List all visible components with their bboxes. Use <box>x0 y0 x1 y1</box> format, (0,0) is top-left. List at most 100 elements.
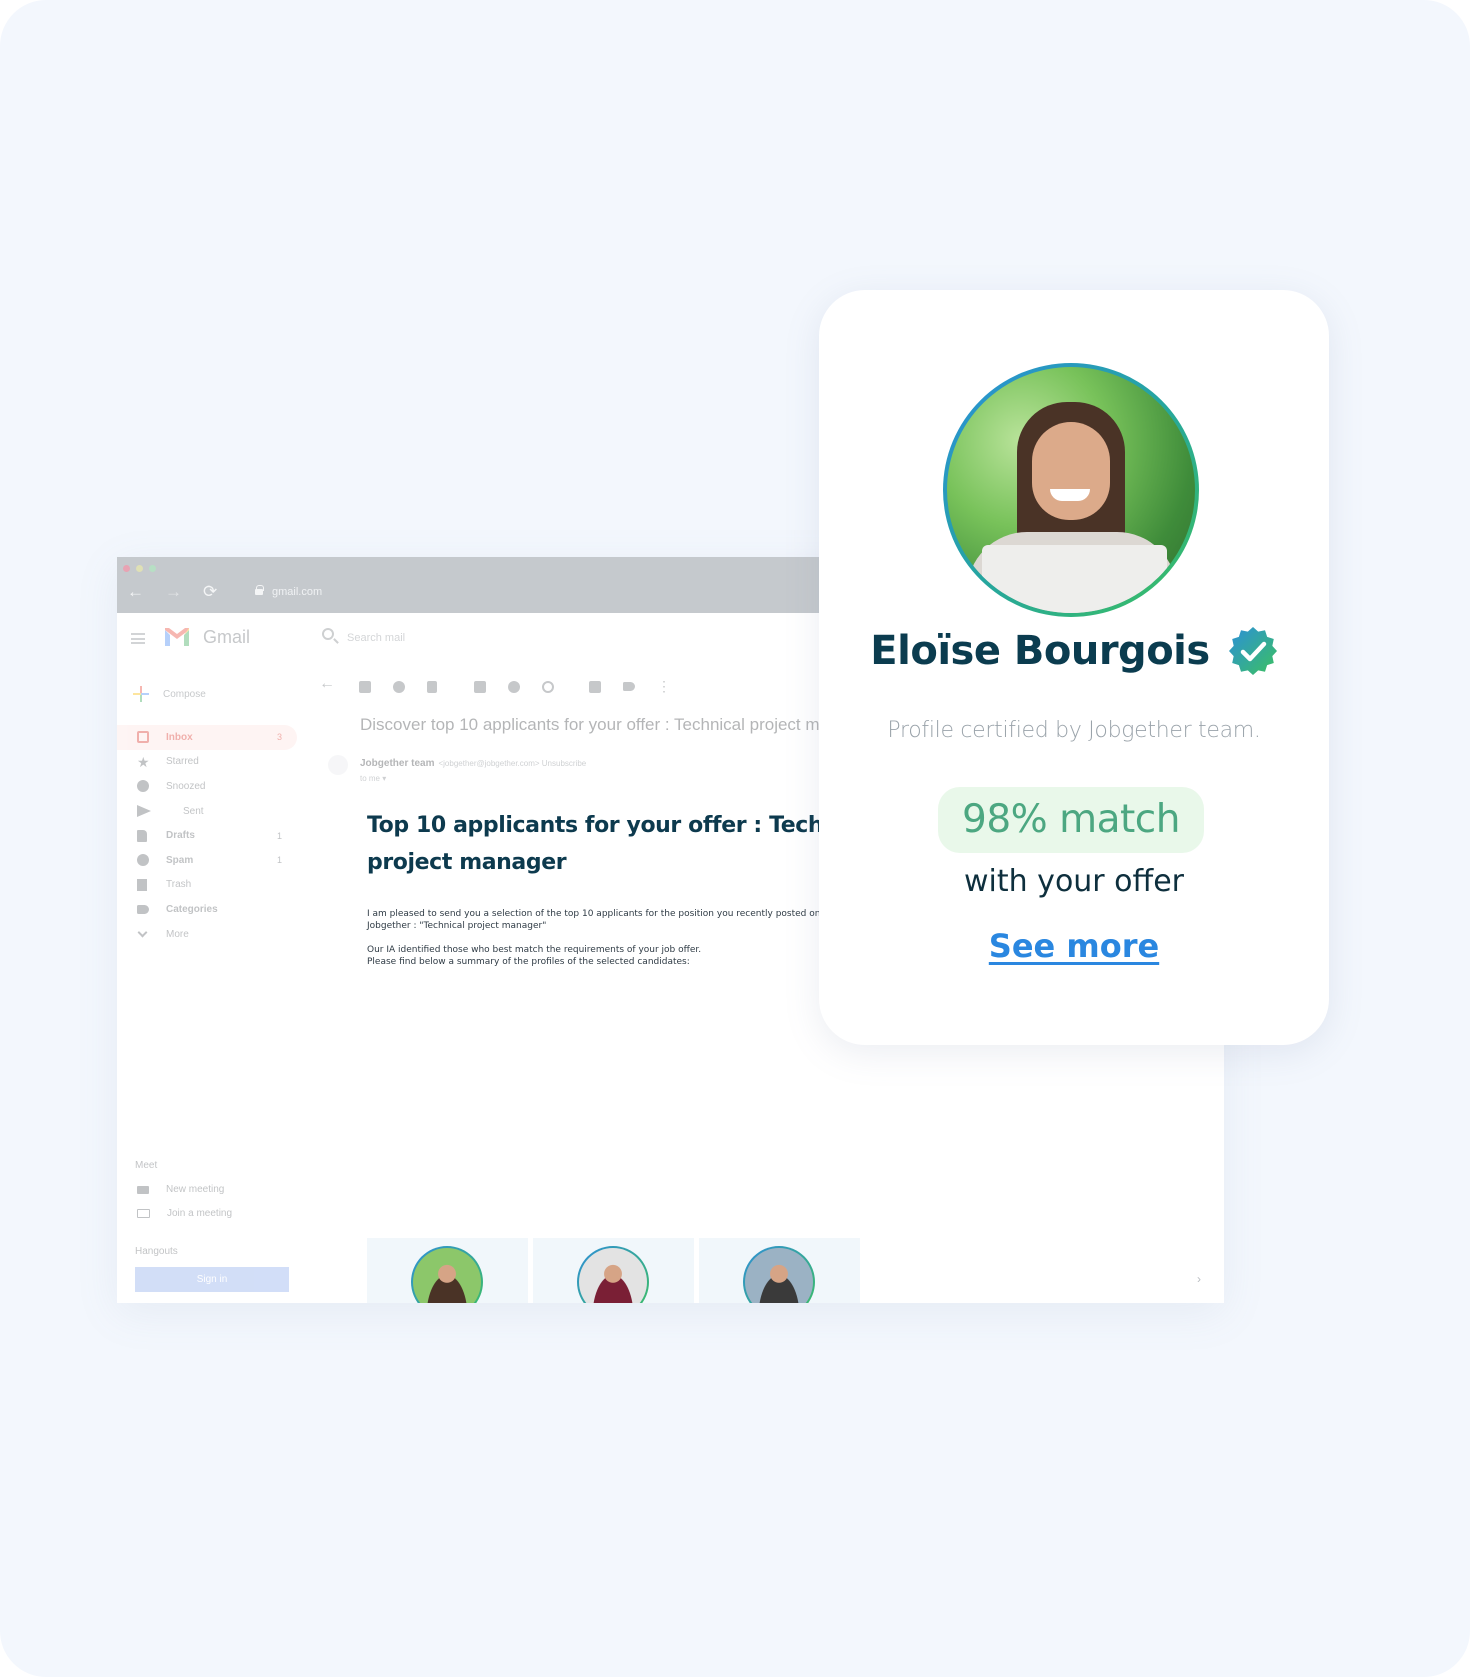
candidate-avatar <box>577 1246 649 1303</box>
paragraph-line: Our IA identified those who best match t… <box>367 945 702 955</box>
keyboard-icon <box>137 1209 150 1218</box>
clock-icon <box>137 780 149 793</box>
sidebar-item-label: More <box>166 928 189 940</box>
sidebar-item-inbox[interactable]: Inbox 3 <box>117 725 297 750</box>
sender-name: Jobgether team <box>360 758 435 769</box>
gmail-sidebar: Compose Inbox 3 ★ Starred Snoozed Sent D… <box>117 667 317 1303</box>
candidate-card: Alexis RodríguezProfile certified by Job… <box>699 1238 860 1303</box>
sidebar-item-trash[interactable]: Trash <box>117 873 317 898</box>
star-icon: ★ <box>137 753 150 770</box>
report-spam-icon[interactable] <box>393 681 405 693</box>
draft-icon <box>137 829 147 842</box>
mark-unread-icon[interactable] <box>474 681 486 693</box>
window-controls <box>123 565 156 572</box>
sidebar-item-label: Drafts <box>166 830 195 842</box>
minimize-window-button[interactable] <box>136 565 143 572</box>
spam-count: 1 <box>277 855 283 866</box>
profile-card: Eloïse Bourgois Profile certified by Job… <box>819 290 1329 1045</box>
profile-name-row: Eloïse Bourgois <box>819 626 1329 676</box>
candidate-avatar <box>411 1246 483 1303</box>
paragraph-line: I am pleased to send you a selection of … <box>367 909 821 919</box>
drafts-count: 1 <box>277 830 283 841</box>
gmail-logo-icon <box>165 628 189 646</box>
gmail-title: Gmail <box>203 627 251 647</box>
candidate-photo <box>745 1248 813 1303</box>
join-meeting-link[interactable]: Join a meeting <box>137 1208 232 1219</box>
email-paragraph: Our IA identified those who best match t… <box>367 944 701 968</box>
email-paragraph: I am pleased to send you a selection of … <box>367 908 820 932</box>
compose-label: Compose <box>163 688 206 700</box>
join-meeting-label: Join a meeting <box>167 1208 233 1219</box>
match-caption: with your offer <box>964 864 1184 899</box>
mail-folder-list: Inbox 3 ★ Starred Snoozed Sent Drafts 1 <box>117 725 317 946</box>
verified-badge-icon <box>1228 627 1277 675</box>
sidebar-item-label: Spam <box>166 854 194 866</box>
profile-name: Eloïse Bourgois <box>870 628 1210 674</box>
sidebar-item-label: Categories <box>166 903 218 915</box>
send-icon <box>137 805 151 818</box>
meet-section-title: Meet <box>135 1160 158 1171</box>
email-subject: Discover top 10 applicants for your offe… <box>360 715 873 734</box>
search-icon[interactable] <box>322 628 334 640</box>
maximize-window-button[interactable] <box>149 565 156 572</box>
hangouts-section-title: Hangouts <box>135 1246 178 1257</box>
sidebar-item-drafts[interactable]: Drafts 1 <box>117 823 317 848</box>
labels-icon[interactable] <box>623 682 635 691</box>
profile-certification: Profile certified by Jobgether team. <box>887 718 1261 743</box>
close-window-button[interactable] <box>123 565 130 572</box>
email-headline: Top 10 applicants for your offer : Techn… <box>367 813 880 875</box>
profile-avatar <box>943 363 1199 617</box>
sidebar-item-categories[interactable]: Categories <box>117 897 317 922</box>
recipient-dropdown[interactable]: to me ▾ <box>360 774 386 783</box>
match-badge: 98% match <box>938 787 1204 853</box>
sidebar-item-label: Snoozed <box>166 780 206 792</box>
address-bar[interactable]: gmail.com <box>272 586 322 598</box>
chevron-down-icon <box>137 927 148 937</box>
sender-email: <jobgether@jobgether.com> Unsubscribe <box>438 759 587 768</box>
sidebar-item-sent[interactable]: Sent <box>117 799 317 824</box>
candidate-photo <box>579 1248 647 1303</box>
sidebar-item-starred[interactable]: ★ Starred <box>117 750 317 775</box>
search-input[interactable] <box>347 621 787 655</box>
sidebar-item-spam[interactable]: Spam 1 <box>117 848 317 873</box>
candidate-card: Aina SendratianaProfile certified by Job… <box>533 1238 694 1303</box>
forward-arrow-icon[interactable]: → <box>165 583 182 600</box>
sidebar-item-label: Sent <box>183 805 204 817</box>
add-task-icon[interactable] <box>542 681 554 693</box>
inbox-icon <box>137 731 149 744</box>
menu-icon[interactable] <box>131 633 145 644</box>
email-sender[interactable]: Jobgether team <jobgether@jobgether.com> … <box>360 758 586 769</box>
candidate-photo <box>413 1248 481 1303</box>
compose-button[interactable]: Compose <box>129 679 269 709</box>
sidebar-item-more[interactable]: More <box>117 922 317 947</box>
trash-icon <box>137 878 147 891</box>
see-more-row: See more <box>819 927 1329 965</box>
hangouts-sign-in-button[interactable]: Sign in <box>135 1267 289 1292</box>
snooze-icon[interactable] <box>508 681 520 693</box>
reload-icon[interactable]: ⟳ <box>203 583 217 600</box>
see-more-link[interactable]: See more <box>989 927 1159 965</box>
candidate-card: Eloïse BourgoisProfile certified by Jobg… <box>367 1238 528 1303</box>
new-meeting-label: New meeting <box>166 1184 225 1195</box>
paragraph-line: Please find below a summary of the profi… <box>367 957 690 967</box>
lock-icon <box>255 585 264 595</box>
chevron-right-icon[interactable]: › <box>1197 1272 1201 1286</box>
label-icon <box>137 904 149 914</box>
profile-photo <box>947 367 1195 613</box>
paragraph-line: Jobgether : "Technical project manager" <box>367 921 547 931</box>
back-to-inbox-button[interactable]: ← <box>319 675 335 693</box>
spam-icon <box>137 854 149 867</box>
new-meeting-link[interactable]: New meeting <box>137 1184 224 1195</box>
sender-avatar <box>328 755 348 775</box>
candidate-avatar <box>743 1246 815 1303</box>
move-to-icon[interactable] <box>589 681 601 693</box>
sidebar-item-label: Starred <box>166 756 199 768</box>
archive-icon[interactable] <box>359 681 371 693</box>
video-camera-icon <box>137 1185 149 1194</box>
plus-icon <box>133 686 149 702</box>
back-arrow-icon[interactable]: ← <box>127 583 144 600</box>
sidebar-item-label: Trash <box>166 879 192 891</box>
delete-icon[interactable] <box>427 681 437 693</box>
sidebar-item-snoozed[interactable]: Snoozed <box>117 774 317 799</box>
more-options-icon[interactable]: ⋮ <box>657 678 671 695</box>
